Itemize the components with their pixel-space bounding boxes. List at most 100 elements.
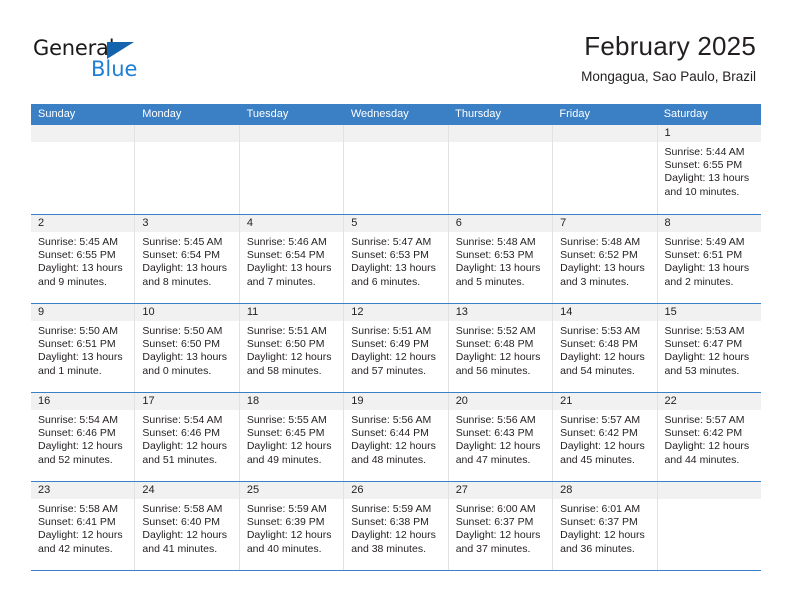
- calendar-day-cell[interactable]: 28 Sunrise: 6:01 AM Sunset: 6:37 PM Dayligh…: [553, 482, 658, 570]
- sunrise-text: Sunrise: 5:48 AM: [560, 236, 641, 248]
- calendar-day-cell[interactable]: 9 Sunrise: 5:50 AM Sunset: 6:51 PM Daylight…: [31, 304, 136, 392]
- page-subtitle: Mongagua, Sao Paulo, Brazil: [581, 69, 756, 84]
- day-details: Sunrise: 5:47 AM Sunset: 6:53 PM Daylight:…: [344, 232, 447, 289]
- day-number: 11: [239, 304, 344, 321]
- sunset-text: Sunset: 6:49 PM: [351, 338, 429, 351]
- day-number: 5: [344, 215, 448, 232]
- calendar-week-row: 9 Sunrise: 5:50 AM Sunset: 6:51 PM Daylight…: [31, 303, 761, 392]
- calendar-week-row: 2 Sunrise: 5:45 AM Sunset: 6:55 PM Daylight…: [31, 214, 761, 303]
- day-number: [31, 125, 135, 142]
- calendar-day-cell[interactable]: 19 Sunrise: 5:56 AM Sunset: 6:44 PM Dayligh…: [344, 393, 449, 481]
- daylight-text: Daylight: 12 hours and 53 minutes.: [664, 351, 750, 377]
- calendar-day-cell[interactable]: 25 Sunrise: 5:59 AM Sunset: 6:39 PM Dayligh…: [239, 482, 345, 570]
- day-details: Sunrise: 5:50 AM Sunset: 6:50 PM Daylight:…: [135, 321, 238, 378]
- day-details: Sunrise: 5:49 AM Sunset: 6:51 PM Daylight:…: [658, 232, 761, 289]
- day-details: Sunrise: 5:45 AM Sunset: 6:55 PM Daylight:…: [31, 232, 134, 289]
- sunrise-text: Sunrise: 5:46 AM: [246, 236, 327, 248]
- sunset-text: Sunset: 6:42 PM: [560, 427, 638, 440]
- calendar-day-cell[interactable]: 27 Sunrise: 6:00 AM Sunset: 6:37 PM Dayligh…: [448, 482, 554, 570]
- daylight-text: Daylight: 12 hours and 47 minutes.: [455, 440, 541, 466]
- calendar-day-cell[interactable]: 21 Sunrise: 5:57 AM Sunset: 6:42 PM Dayligh…: [553, 393, 658, 481]
- calendar-day-cell[interactable]: 13 Sunrise: 5:52 AM Sunset: 6:48 PM Dayligh…: [448, 304, 554, 392]
- daylight-text: Daylight: 12 hours and 41 minutes.: [142, 529, 228, 555]
- day-number: 8: [657, 215, 761, 232]
- sunrise-text: Sunrise: 5:56 AM: [351, 414, 432, 426]
- daylight-text: Daylight: 12 hours and 48 minutes.: [351, 440, 436, 466]
- day-details: Sunrise: 5:52 AM Sunset: 6:48 PM Daylight:…: [449, 321, 552, 378]
- day-details: Sunrise: 5:59 AM Sunset: 6:38 PM Daylight:…: [344, 499, 447, 556]
- calendar-day-cell[interactable]: 6 Sunrise: 5:48 AM Sunset: 6:53 PM Daylight…: [448, 215, 554, 303]
- day-number: [657, 482, 761, 499]
- weekday-monday: Monday: [142, 108, 182, 120]
- day-number: 21: [553, 393, 657, 410]
- day-number: 10: [135, 304, 239, 321]
- calendar-day-cell[interactable]: 22 Sunrise: 5:57 AM Sunset: 6:42 PM Dayligh…: [657, 393, 761, 481]
- daylight-text: Daylight: 12 hours and 45 minutes.: [560, 440, 645, 466]
- calendar-day-cell-empty: [344, 125, 449, 214]
- daylight-text: Daylight: 12 hours and 42 minutes.: [38, 529, 123, 555]
- calendar-day-cell[interactable]: 26 Sunrise: 5:59 AM Sunset: 6:38 PM Dayligh…: [344, 482, 449, 570]
- daylight-text: Daylight: 13 hours and 6 minutes.: [351, 262, 436, 288]
- calendar-day-cell[interactable]: 1 Sunrise: 5:44 AM Sunset: 6:55 PM Daylight…: [657, 125, 761, 214]
- day-number: [553, 125, 657, 142]
- calendar-day-cell[interactable]: 16 Sunrise: 5:54 AM Sunset: 6:46 PM Dayligh…: [31, 393, 136, 481]
- calendar-page: General Blue February 2025 Mongagua, Sao…: [0, 0, 792, 612]
- day-number: 22: [657, 393, 761, 410]
- calendar-day-cell[interactable]: 23 Sunrise: 5:58 AM Sunset: 6:41 PM Dayligh…: [31, 482, 136, 570]
- day-details: Sunrise: 5:54 AM Sunset: 6:46 PM Daylight:…: [31, 410, 134, 467]
- calendar-day-cell[interactable]: 11 Sunrise: 5:51 AM Sunset: 6:50 PM Dayligh…: [239, 304, 345, 392]
- day-details: Sunrise: 5:48 AM Sunset: 6:53 PM Daylight:…: [449, 232, 552, 289]
- day-number: 2: [31, 215, 135, 232]
- sunrise-text: Sunrise: 5:58 AM: [142, 503, 223, 515]
- daylight-text: Daylight: 13 hours and 5 minutes.: [455, 262, 541, 288]
- day-number: 25: [239, 482, 344, 499]
- calendar-day-cell[interactable]: 7 Sunrise: 5:48 AM Sunset: 6:52 PM Daylight…: [553, 215, 658, 303]
- calendar-day-cell[interactable]: 8 Sunrise: 5:49 AM Sunset: 6:51 PM Daylight…: [657, 215, 761, 303]
- sunset-text: Sunset: 6:46 PM: [38, 427, 116, 440]
- sunrise-text: Sunrise: 5:57 AM: [560, 414, 641, 426]
- calendar-day-cell-empty: [448, 125, 554, 214]
- daylight-text: Daylight: 12 hours and 44 minutes.: [664, 440, 750, 466]
- sunset-text: Sunset: 6:53 PM: [351, 249, 429, 262]
- calendar-day-cell[interactable]: 24 Sunrise: 5:58 AM Sunset: 6:40 PM Dayligh…: [135, 482, 240, 570]
- logo-text-blue: Blue: [91, 57, 138, 81]
- sunset-text: Sunset: 6:53 PM: [455, 249, 534, 262]
- sunset-text: Sunset: 6:40 PM: [142, 516, 221, 529]
- calendar-day-cell[interactable]: 5 Sunrise: 5:47 AM Sunset: 6:53 PM Daylight…: [344, 215, 449, 303]
- calendar-day-cell[interactable]: 4 Sunrise: 5:46 AM Sunset: 6:54 PM Daylight…: [239, 215, 345, 303]
- general-blue-logo[interactable]: General Blue: [33, 36, 183, 86]
- daylight-text: Daylight: 12 hours and 58 minutes.: [246, 351, 332, 377]
- day-details: Sunrise: 5:51 AM Sunset: 6:49 PM Daylight:…: [344, 321, 447, 378]
- calendar-day-cell-empty: [135, 125, 240, 214]
- sunset-text: Sunset: 6:48 PM: [560, 338, 638, 351]
- sunset-text: Sunset: 6:38 PM: [351, 516, 429, 529]
- sunrise-text: Sunrise: 5:59 AM: [246, 503, 327, 515]
- weekday-thursday: Thursday: [455, 108, 501, 120]
- page-header: General Blue February 2025 Mongagua, Sao…: [0, 0, 792, 100]
- calendar-day-cell[interactable]: 15 Sunrise: 5:53 AM Sunset: 6:47 PM Dayligh…: [657, 304, 761, 392]
- day-number: [448, 125, 553, 142]
- page-title: February 2025: [584, 31, 756, 61]
- sunrise-text: Sunrise: 5:44 AM: [664, 146, 745, 158]
- day-details: Sunrise: 5:53 AM Sunset: 6:47 PM Daylight:…: [658, 321, 761, 378]
- sunset-text: Sunset: 6:41 PM: [38, 516, 116, 529]
- calendar-day-cell[interactable]: 10 Sunrise: 5:50 AM Sunset: 6:50 PM Dayligh…: [135, 304, 240, 392]
- calendar-day-cell[interactable]: 14 Sunrise: 5:53 AM Sunset: 6:48 PM Dayligh…: [553, 304, 658, 392]
- day-number: 23: [31, 482, 135, 499]
- day-number: 9: [31, 304, 135, 321]
- sunset-text: Sunset: 6:55 PM: [38, 249, 116, 262]
- sunset-text: Sunset: 6:46 PM: [142, 427, 221, 440]
- day-number: [344, 125, 448, 142]
- daylight-text: Daylight: 13 hours and 2 minutes.: [664, 262, 750, 288]
- daylight-text: Daylight: 13 hours and 10 minutes.: [664, 172, 750, 198]
- day-number: 3: [135, 215, 239, 232]
- calendar-day-cell[interactable]: 2 Sunrise: 5:45 AM Sunset: 6:55 PM Daylight…: [31, 215, 136, 303]
- sunrise-text: Sunrise: 5:50 AM: [38, 325, 118, 337]
- calendar-day-cell[interactable]: 12 Sunrise: 5:51 AM Sunset: 6:49 PM Dayligh…: [344, 304, 449, 392]
- calendar-day-cell[interactable]: 20 Sunrise: 5:56 AM Sunset: 6:43 PM Dayligh…: [448, 393, 554, 481]
- calendar-day-cell[interactable]: 17 Sunrise: 5:54 AM Sunset: 6:46 PM Dayligh…: [135, 393, 240, 481]
- calendar-day-cell[interactable]: 18 Sunrise: 5:55 AM Sunset: 6:45 PM Dayligh…: [239, 393, 345, 481]
- calendar-day-cell[interactable]: 3 Sunrise: 5:45 AM Sunset: 6:54 PM Daylight…: [135, 215, 240, 303]
- sunrise-text: Sunrise: 5:57 AM: [664, 414, 745, 426]
- sunrise-text: Sunrise: 5:59 AM: [351, 503, 432, 515]
